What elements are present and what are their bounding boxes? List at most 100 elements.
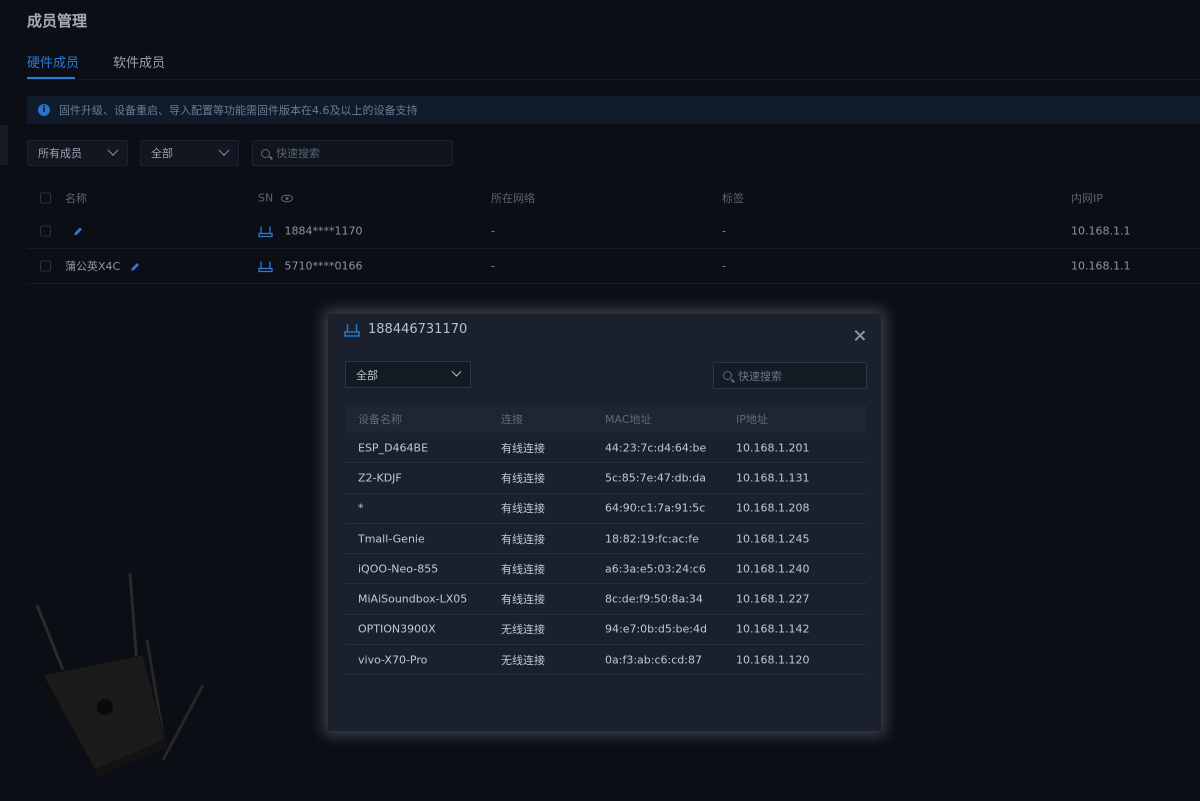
table-row[interactable]: Z2-KDJF 有线连接 5c:85:7e:47:db:da 10.168.1.131 bbox=[345, 463, 867, 494]
row-name: 蒲公英X4C bbox=[65, 260, 121, 273]
table-row[interactable]: 1884****1170 - - 10.168.1.1 bbox=[27, 214, 1200, 249]
select-all-checkbox[interactable] bbox=[40, 192, 51, 204]
connection-cell: 有线连接 bbox=[501, 532, 545, 546]
row-checkbox[interactable] bbox=[40, 225, 51, 237]
mac-cell: 0a:f3:ab:c6:cd:87 bbox=[605, 653, 702, 667]
mac-cell: 8c:de:f9:50:8a:34 bbox=[605, 592, 703, 606]
member-table-header: 名称 SN 所在网络 标签 内网IP bbox=[27, 182, 1200, 214]
device-name-cell: MiAiSoundbox-LX05 bbox=[358, 592, 468, 606]
row-name-wrap: 蒲公英X4C bbox=[65, 258, 140, 274]
col-connection: 连接 bbox=[501, 413, 523, 426]
sidebar-edge bbox=[0, 125, 8, 165]
group-filter-select[interactable]: 全部 bbox=[140, 140, 239, 166]
page-title: 成员管理 bbox=[27, 12, 88, 30]
search-icon bbox=[261, 148, 270, 158]
modal-title: 188446731170 bbox=[368, 322, 468, 337]
tabs-divider bbox=[27, 79, 1200, 80]
mac-cell: 5c:85:7e:47:db:da bbox=[605, 471, 707, 485]
row-ip: 10.168.1.1 bbox=[1071, 259, 1131, 273]
member-filter-value: 所有成员 bbox=[38, 147, 82, 160]
device-table-header: 设备名称 连接 MAC地址 IP地址 bbox=[345, 405, 867, 433]
group-filter-value: 全部 bbox=[151, 147, 173, 160]
router-icon bbox=[344, 323, 360, 337]
mac-cell: a6:3a:e5:03:24:c6 bbox=[605, 562, 706, 576]
col-ip: IP地址 bbox=[736, 413, 768, 426]
table-row[interactable]: 蒲公英X4C 5710****0166 - - 10.168.1.1 bbox=[27, 249, 1200, 284]
device-search-placeholder: 快速搜索 bbox=[738, 369, 782, 383]
device-name-cell: OPTION3900X bbox=[358, 622, 436, 636]
pencil-icon[interactable] bbox=[73, 227, 83, 237]
device-table: 设备名称 连接 MAC地址 IP地址 ESP_D464BE 有线连接 44:23:7… bbox=[345, 405, 867, 676]
col-name: 名称 bbox=[65, 192, 87, 205]
row-sn: 1884****1170 bbox=[284, 224, 363, 238]
chevron-down-icon bbox=[107, 144, 119, 156]
row-network: - bbox=[491, 224, 495, 238]
info-icon: i bbox=[38, 104, 50, 116]
row-sn-wrap: 1884****1170 bbox=[258, 225, 363, 238]
ip-cell: 10.168.1.142 bbox=[736, 622, 810, 636]
mac-cell: 94:e7:0b:d5:be:4d bbox=[605, 622, 707, 636]
device-name-cell: Z2-KDJF bbox=[358, 471, 402, 485]
notice-text: 固件升级、设备重启、导入配置等功能需固件版本在4.6及以上的设备支持 bbox=[59, 104, 418, 117]
connection-cell: 有线连接 bbox=[501, 562, 545, 576]
device-name-cell: vivo-X70-Pro bbox=[358, 653, 428, 667]
search-icon bbox=[723, 371, 732, 380]
device-search-input[interactable]: 快速搜索 bbox=[713, 362, 867, 389]
col-tag: 标签 bbox=[722, 192, 744, 205]
member-filter-select[interactable]: 所有成员 bbox=[27, 140, 128, 166]
row-ip: 10.168.1.1 bbox=[1071, 224, 1131, 238]
mac-cell: 18:82:19:fc:ac:fe bbox=[605, 532, 699, 546]
connection-cell: 无线连接 bbox=[501, 623, 545, 637]
chevron-down-icon bbox=[218, 144, 230, 156]
router-product-image bbox=[35, 572, 205, 777]
table-row[interactable]: vivo-X70-Pro 无线连接 0a:f3:ab:c6:cd:87 10.168.… bbox=[345, 645, 867, 676]
col-network: 所在网络 bbox=[491, 192, 535, 205]
connection-cell: 有线连接 bbox=[501, 593, 545, 607]
close-icon[interactable] bbox=[854, 330, 865, 341]
row-tag: - bbox=[722, 224, 726, 238]
col-sn: SN bbox=[258, 191, 274, 205]
connected-devices-modal: 188446731170 全部 快速搜索 设备名称 连接 MAC地址 IP地址 … bbox=[328, 314, 881, 731]
router-icon bbox=[258, 226, 273, 238]
mac-cell: 64:90:c1:7a:91:5c bbox=[605, 501, 706, 515]
row-network: - bbox=[491, 259, 495, 273]
router-icon bbox=[258, 261, 273, 273]
ip-cell: 10.168.1.201 bbox=[736, 441, 810, 455]
mac-cell: 44:23:7c:d4:64:be bbox=[605, 441, 707, 455]
col-lan-ip: 内网IP bbox=[1071, 192, 1103, 205]
device-table-body: ESP_D464BE 有线连接 44:23:7c:d4:64:be 10.168.1.… bbox=[345, 433, 867, 676]
table-row[interactable]: iQOO-Neo-855 有线连接 a6:3a:e5:03:24:c6 10.168.… bbox=[345, 554, 867, 585]
member-search-input[interactable]: 快速搜索 bbox=[252, 140, 453, 166]
modal-header: 188446731170 bbox=[344, 322, 467, 337]
row-sn: 5710****0166 bbox=[284, 259, 363, 273]
row-tag: - bbox=[722, 259, 726, 273]
device-name-cell: iQOO-Neo-855 bbox=[358, 562, 439, 576]
device-name-cell: * bbox=[358, 501, 364, 515]
connection-filter-select[interactable]: 全部 bbox=[345, 361, 471, 388]
table-row[interactable]: ESP_D464BE 有线连接 44:23:7c:d4:64:be 10.168.1.… bbox=[345, 433, 867, 464]
col-device-name: 设备名称 bbox=[358, 413, 402, 426]
search-placeholder: 快速搜索 bbox=[276, 147, 320, 160]
table-row[interactable]: OPTION3900X 无线连接 94:e7:0b:d5:be:4d 10.168.1… bbox=[345, 615, 867, 646]
tab-software-members[interactable]: 软件成员 bbox=[113, 52, 165, 81]
ip-cell: 10.168.1.245 bbox=[736, 532, 810, 546]
device-name-cell: Tmall-Genie bbox=[358, 532, 425, 546]
table-row[interactable]: * 有线连接 64:90:c1:7a:91:5c 10.168.1.208 bbox=[345, 494, 867, 524]
row-checkbox[interactable] bbox=[40, 260, 51, 272]
table-row[interactable]: MiAiSoundbox-LX05 有线连接 8c:de:f9:50:8a:34 10… bbox=[345, 584, 867, 615]
chevron-down-icon bbox=[451, 366, 462, 377]
ip-cell: 10.168.1.131 bbox=[736, 471, 810, 485]
ip-cell: 10.168.1.120 bbox=[736, 653, 810, 667]
connection-cell: 有线连接 bbox=[501, 441, 545, 455]
col-sn-wrap: SN bbox=[258, 192, 293, 205]
col-mac: MAC地址 bbox=[605, 413, 652, 426]
ip-cell: 10.168.1.240 bbox=[736, 562, 810, 576]
eye-icon[interactable] bbox=[280, 194, 293, 203]
connection-cell: 无线连接 bbox=[501, 653, 545, 667]
row-sn-wrap: 5710****0166 bbox=[258, 260, 363, 273]
table-row[interactable]: Tmall-Genie 有线连接 18:82:19:fc:ac:fe 10.168.1… bbox=[345, 524, 867, 555]
pencil-icon[interactable] bbox=[130, 262, 140, 272]
device-name-cell: ESP_D464BE bbox=[358, 441, 429, 455]
ip-cell: 10.168.1.208 bbox=[736, 501, 810, 515]
connection-cell: 有线连接 bbox=[501, 502, 545, 516]
